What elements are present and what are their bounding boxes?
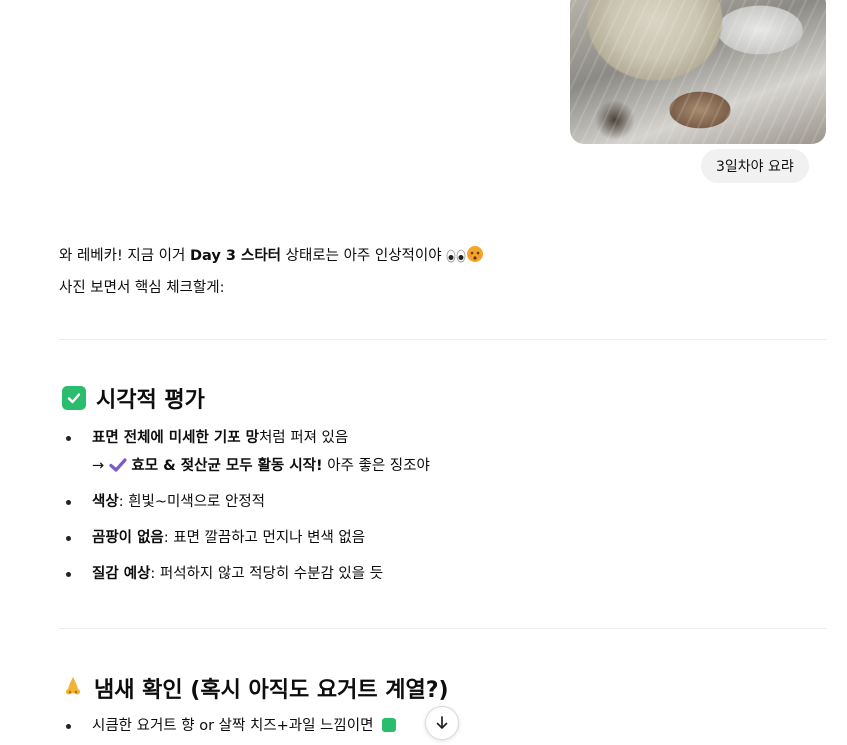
- face-emoji-icon: [466, 245, 484, 274]
- uploaded-photo[interactable]: [570, 0, 826, 144]
- divider: [59, 628, 826, 629]
- eyes-icon: [446, 245, 466, 274]
- list-item: 색상: 흰빛~미색으로 안정적: [59, 488, 383, 516]
- arrow-down-icon: [436, 716, 448, 729]
- section-heading-visual: 시각적 평가: [62, 382, 205, 414]
- section-title: 시각적 평가: [96, 388, 205, 413]
- divider: [59, 339, 826, 340]
- list-item: 질감 예상: 퍼석하지 않고 적당히 수분감 있을 듯: [59, 560, 383, 588]
- user-message-text: 3일차야 요랴: [716, 159, 794, 175]
- section-heading-smell: 냄새 확인 (혹시 아직도 요거트 계열?): [62, 672, 449, 704]
- visual-list-continued: 색상: 흰빛~미색으로 안정적 곰팡이 없음: 표면 깔끔하고 먼지나 변색 없…: [59, 488, 383, 588]
- heavy-check-icon: [109, 455, 127, 484]
- assistant-intro: 와 레베카! 지금 이거 Day 3 스타터 상태로는 아주 인상적이야 사진 …: [59, 242, 484, 303]
- list-item: 시큼한 요거트 향 or 살짝 치즈+과일 느낌이면: [59, 712, 397, 740]
- sub-note: → 효모 & 젖산균 모두 활동 시작! 아주 좋은 징조야: [92, 452, 430, 484]
- smell-list: 시큼한 요거트 향 or 살짝 치즈+과일 느낌이면: [59, 712, 397, 740]
- check-box-icon: [62, 386, 86, 410]
- section-title: 냄새 확인 (혹시 아직도 요거트 계열?): [94, 678, 449, 703]
- intro-line-1: 와 레베카! 지금 이거 Day 3 스타터 상태로는 아주 인상적이야: [59, 242, 484, 274]
- scroll-to-bottom-button[interactable]: [425, 706, 459, 740]
- list-item: 표면 전체에 미세한 기포 망처럼 퍼져 있음: [59, 424, 348, 452]
- nose-icon: [62, 676, 84, 701]
- visual-list: 표면 전체에 미세한 기포 망처럼 퍼져 있음: [59, 424, 348, 452]
- list-item: 곰팡이 없음: 표면 깔끔하고 먼지나 변색 없음: [59, 524, 383, 552]
- check-box-icon: [382, 718, 397, 732]
- intro-line-2: 사진 보면서 핵심 체크할게:: [59, 280, 225, 296]
- user-message-bubble: 3일차야 요랴: [701, 149, 809, 183]
